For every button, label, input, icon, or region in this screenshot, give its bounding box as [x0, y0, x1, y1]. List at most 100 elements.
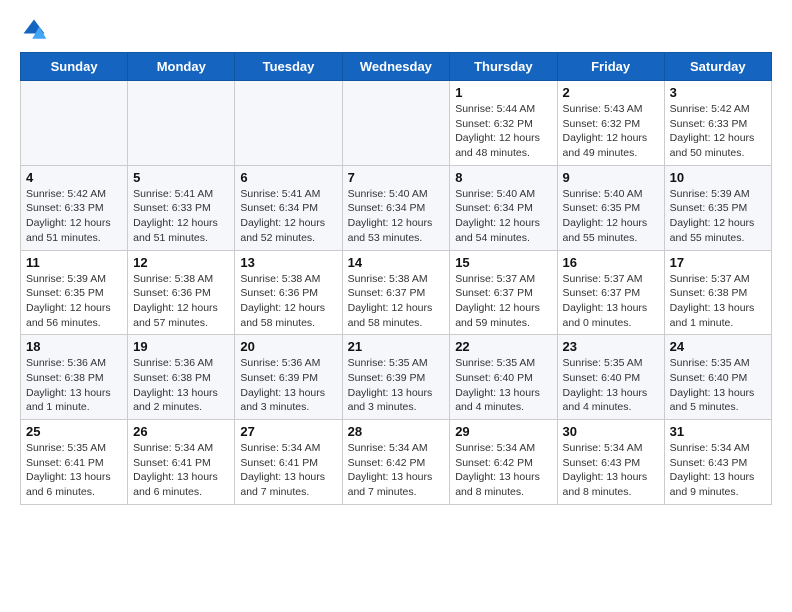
header-area	[20, 16, 772, 44]
weekday-header-monday: Monday	[128, 53, 235, 81]
calendar-cell: 5Sunrise: 5:41 AM Sunset: 6:33 PM Daylig…	[128, 165, 235, 250]
calendar-week-row-2: 4 Sunrise: 5:42 AM Sunset: 6:33 PM Daylig…	[21, 165, 772, 250]
day-number: 28	[348, 424, 445, 439]
day-info: Sunrise: 5:36 AM Sunset: 6:38 PM Dayligh…	[26, 356, 122, 415]
weekday-header-row: SundayMondayTuesdayWednesdayThursdayFrid…	[21, 53, 772, 81]
day-info: Sunrise: 5:34 AM Sunset: 6:42 PM Dayligh…	[455, 441, 551, 500]
day-number: 10	[670, 170, 766, 185]
day-number: 21	[348, 339, 445, 354]
calendar-week-row-5: 25 Sunrise: 5:35 AM Sunset: 6:41 PM Dayli…	[21, 420, 772, 505]
day-info: Sunrise: 5:40 AM Sunset: 6:35 PM Dayligh…	[563, 187, 659, 246]
calendar-cell	[21, 81, 128, 166]
day-info: Sunrise: 5:36 AM Sunset: 6:38 PM Dayligh…	[133, 356, 229, 415]
calendar-cell	[235, 81, 342, 166]
calendar-cell: 27Sunrise: 5:34 AM Sunset: 6:41 PM Dayli…	[235, 420, 342, 505]
day-info: Sunrise: 5:35 AM Sunset: 6:40 PM Dayligh…	[670, 356, 766, 415]
day-number: 15	[455, 255, 551, 270]
day-number: 25	[26, 424, 122, 439]
day-info: Sunrise: 5:35 AM Sunset: 6:40 PM Dayligh…	[563, 356, 659, 415]
calendar-cell: 1Sunrise: 5:44 AM Sunset: 6:32 PM Daylig…	[450, 81, 557, 166]
day-info: Sunrise: 5:38 AM Sunset: 6:36 PM Dayligh…	[240, 272, 336, 331]
day-number: 1	[455, 85, 551, 100]
calendar-cell: 13Sunrise: 5:38 AM Sunset: 6:36 PM Dayli…	[235, 250, 342, 335]
day-number: 2	[563, 85, 659, 100]
day-number: 30	[563, 424, 659, 439]
day-number: 19	[133, 339, 229, 354]
calendar-cell: 6Sunrise: 5:41 AM Sunset: 6:34 PM Daylig…	[235, 165, 342, 250]
calendar-cell: 17 Sunrise: 5:37 AM Sunset: 6:38 PM Dayli…	[664, 250, 771, 335]
day-number: 23	[563, 339, 659, 354]
day-info: Sunrise: 5:37 AM Sunset: 6:37 PM Dayligh…	[563, 272, 659, 331]
day-number: 9	[563, 170, 659, 185]
calendar-cell: 14Sunrise: 5:38 AM Sunset: 6:37 PM Dayli…	[342, 250, 450, 335]
page: SundayMondayTuesdayWednesdayThursdayFrid…	[0, 0, 792, 521]
calendar-cell: 15 Sunrise: 5:37 AM Sunset: 6:37 PM Dayli…	[450, 250, 557, 335]
day-number: 3	[670, 85, 766, 100]
day-number: 20	[240, 339, 336, 354]
day-number: 22	[455, 339, 551, 354]
day-number: 12	[133, 255, 229, 270]
day-number: 18	[26, 339, 122, 354]
day-number: 24	[670, 339, 766, 354]
day-info: Sunrise: 5:35 AM Sunset: 6:40 PM Dayligh…	[455, 356, 551, 415]
calendar-cell: 23 Sunrise: 5:35 AM Sunset: 6:40 PM Dayli…	[557, 335, 664, 420]
day-number: 4	[26, 170, 122, 185]
day-info: Sunrise: 5:38 AM Sunset: 6:37 PM Dayligh…	[348, 272, 445, 331]
day-number: 31	[670, 424, 766, 439]
logo	[20, 16, 52, 44]
day-info: Sunrise: 5:34 AM Sunset: 6:42 PM Dayligh…	[348, 441, 445, 500]
weekday-header-friday: Friday	[557, 53, 664, 81]
calendar-cell: 28 Sunrise: 5:34 AM Sunset: 6:42 PM Dayli…	[342, 420, 450, 505]
calendar-cell: 10 Sunrise: 5:39 AM Sunset: 6:35 PM Dayli…	[664, 165, 771, 250]
calendar-cell: 16 Sunrise: 5:37 AM Sunset: 6:37 PM Dayli…	[557, 250, 664, 335]
day-number: 26	[133, 424, 229, 439]
day-info: Sunrise: 5:34 AM Sunset: 6:41 PM Dayligh…	[240, 441, 336, 500]
calendar-cell: 4 Sunrise: 5:42 AM Sunset: 6:33 PM Daylig…	[21, 165, 128, 250]
day-info: Sunrise: 5:40 AM Sunset: 6:34 PM Dayligh…	[348, 187, 445, 246]
day-info: Sunrise: 5:42 AM Sunset: 6:33 PM Dayligh…	[670, 102, 766, 161]
calendar-cell: 21Sunrise: 5:35 AM Sunset: 6:39 PM Dayli…	[342, 335, 450, 420]
day-info: Sunrise: 5:41 AM Sunset: 6:34 PM Dayligh…	[240, 187, 336, 246]
weekday-header-tuesday: Tuesday	[235, 53, 342, 81]
calendar-cell: 2 Sunrise: 5:43 AM Sunset: 6:32 PM Daylig…	[557, 81, 664, 166]
calendar-table: SundayMondayTuesdayWednesdayThursdayFrid…	[20, 52, 772, 505]
day-info: Sunrise: 5:39 AM Sunset: 6:35 PM Dayligh…	[26, 272, 122, 331]
day-info: Sunrise: 5:38 AM Sunset: 6:36 PM Dayligh…	[133, 272, 229, 331]
day-info: Sunrise: 5:34 AM Sunset: 6:43 PM Dayligh…	[670, 441, 766, 500]
calendar-cell: 8Sunrise: 5:40 AM Sunset: 6:34 PM Daylig…	[450, 165, 557, 250]
weekday-header-wednesday: Wednesday	[342, 53, 450, 81]
day-number: 11	[26, 255, 122, 270]
weekday-header-thursday: Thursday	[450, 53, 557, 81]
calendar-cell: 25 Sunrise: 5:35 AM Sunset: 6:41 PM Dayli…	[21, 420, 128, 505]
calendar-week-row-3: 11 Sunrise: 5:39 AM Sunset: 6:35 PM Dayli…	[21, 250, 772, 335]
day-info: Sunrise: 5:42 AM Sunset: 6:33 PM Dayligh…	[26, 187, 122, 246]
weekday-header-sunday: Sunday	[21, 53, 128, 81]
weekday-header-saturday: Saturday	[664, 53, 771, 81]
calendar-cell: 12 Sunrise: 5:38 AM Sunset: 6:36 PM Dayli…	[128, 250, 235, 335]
day-info: Sunrise: 5:34 AM Sunset: 6:43 PM Dayligh…	[563, 441, 659, 500]
calendar-cell: 18 Sunrise: 5:36 AM Sunset: 6:38 PM Dayli…	[21, 335, 128, 420]
day-info: Sunrise: 5:34 AM Sunset: 6:41 PM Dayligh…	[133, 441, 229, 500]
day-info: Sunrise: 5:37 AM Sunset: 6:37 PM Dayligh…	[455, 272, 551, 331]
calendar-cell: 29 Sunrise: 5:34 AM Sunset: 6:42 PM Dayli…	[450, 420, 557, 505]
calendar-cell: 31 Sunrise: 5:34 AM Sunset: 6:43 PM Dayli…	[664, 420, 771, 505]
calendar-cell: 3 Sunrise: 5:42 AM Sunset: 6:33 PM Daylig…	[664, 81, 771, 166]
day-info: Sunrise: 5:35 AM Sunset: 6:41 PM Dayligh…	[26, 441, 122, 500]
day-info: Sunrise: 5:39 AM Sunset: 6:35 PM Dayligh…	[670, 187, 766, 246]
calendar-week-row-4: 18 Sunrise: 5:36 AM Sunset: 6:38 PM Dayli…	[21, 335, 772, 420]
calendar-cell: 24 Sunrise: 5:35 AM Sunset: 6:40 PM Dayli…	[664, 335, 771, 420]
calendar-cell: 9 Sunrise: 5:40 AM Sunset: 6:35 PM Daylig…	[557, 165, 664, 250]
logo-icon	[20, 16, 48, 44]
day-info: Sunrise: 5:40 AM Sunset: 6:34 PM Dayligh…	[455, 187, 551, 246]
calendar-week-row-1: 1Sunrise: 5:44 AM Sunset: 6:32 PM Daylig…	[21, 81, 772, 166]
calendar-cell	[342, 81, 450, 166]
day-info: Sunrise: 5:36 AM Sunset: 6:39 PM Dayligh…	[240, 356, 336, 415]
day-number: 29	[455, 424, 551, 439]
day-info: Sunrise: 5:43 AM Sunset: 6:32 PM Dayligh…	[563, 102, 659, 161]
day-number: 16	[563, 255, 659, 270]
calendar-cell: 7Sunrise: 5:40 AM Sunset: 6:34 PM Daylig…	[342, 165, 450, 250]
day-info: Sunrise: 5:37 AM Sunset: 6:38 PM Dayligh…	[670, 272, 766, 331]
calendar-cell	[128, 81, 235, 166]
calendar-cell: 30 Sunrise: 5:34 AM Sunset: 6:43 PM Dayli…	[557, 420, 664, 505]
day-number: 17	[670, 255, 766, 270]
